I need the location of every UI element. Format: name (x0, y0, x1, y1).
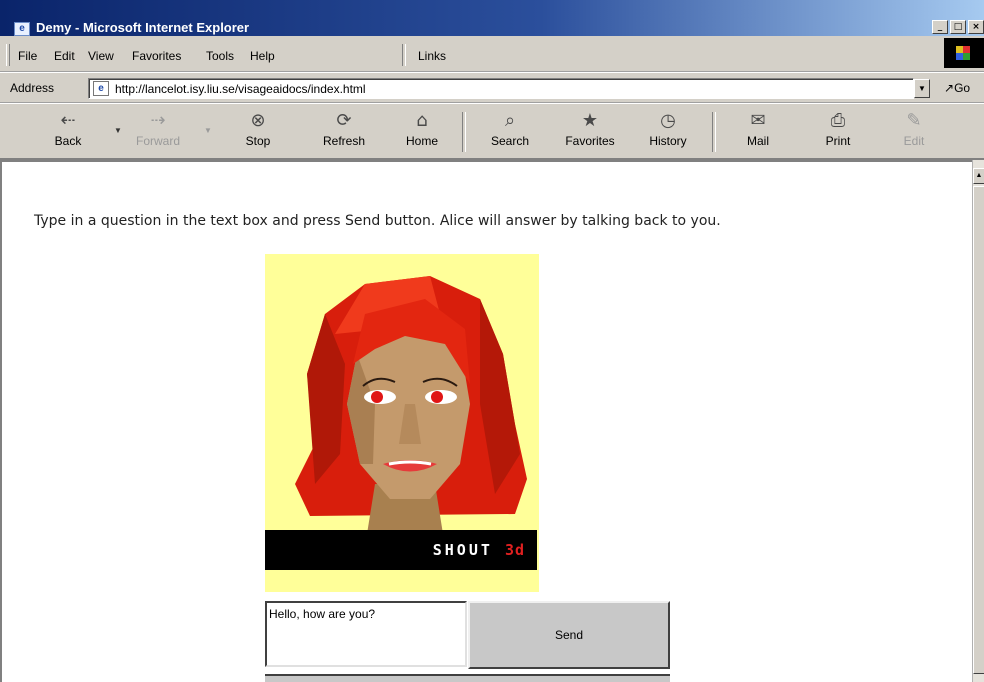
refresh-icon: ⟳ (336, 110, 352, 131)
toolbar-separator (462, 112, 466, 152)
menu-file[interactable]: File (18, 49, 37, 63)
stop-label: Stop (245, 134, 271, 148)
menu-view[interactable]: View (88, 49, 114, 63)
links-toolbar[interactable]: Links (418, 49, 446, 63)
history-icon: ◷ (660, 110, 676, 131)
mail-button[interactable]: ✉ Mail (728, 110, 788, 156)
question-input[interactable]: Hello, how are you? (265, 601, 467, 667)
menu-grip[interactable] (6, 44, 10, 66)
menu-favorites[interactable]: Favorites (132, 49, 181, 63)
edit-icon: ✎ (906, 110, 922, 131)
home-button[interactable]: ⌂ Home (392, 110, 452, 156)
forward-dropdown-icon[interactable]: ▼ (204, 126, 212, 135)
back-label: Back (54, 134, 82, 148)
standard-toolbar: ⇠ Back ▼ ⇢ Forward ▼ ⊗ Stop ⟳ Refresh ⌂ … (0, 104, 984, 160)
toolbar-separator (712, 112, 716, 152)
search-icon: ⌕ (504, 110, 516, 131)
go-button[interactable]: ↗Go (944, 81, 970, 95)
menu-tools[interactable]: Tools (206, 49, 234, 63)
go-arrow-icon: ↗ (944, 81, 955, 95)
forward-button[interactable]: ⇢ Forward (128, 110, 188, 156)
print-button[interactable]: ⎙ Print (808, 110, 868, 156)
forward-label: Forward (135, 134, 180, 148)
address-dropdown-button[interactable]: ▼ (914, 79, 930, 98)
menu-edit[interactable]: Edit (54, 49, 75, 63)
ie-icon: e (14, 22, 30, 36)
menu-separator (402, 44, 406, 66)
home-icon: ⌂ (416, 110, 428, 131)
edit-button[interactable]: ✎ Edit (884, 110, 944, 156)
favorites-icon: ★ (581, 110, 599, 131)
stop-icon: ⊗ (250, 110, 266, 131)
back-button[interactable]: ⇠ Back (38, 110, 98, 156)
refresh-label: Refresh (322, 134, 366, 148)
windows-logo-icon (956, 46, 970, 60)
search-label: Search (490, 134, 530, 148)
intro-text: Type in a question in the text box and p… (34, 213, 721, 229)
address-input[interactable]: e http://lancelot.isy.liu.se/visageaidoc… (88, 78, 914, 99)
favorites-label: Favorites (565, 134, 615, 148)
send-button[interactable]: Send (468, 601, 670, 669)
brand-strip: SHOUT 3d (265, 530, 537, 570)
right-iris (431, 391, 443, 403)
page-icon: e (93, 81, 109, 96)
brand-accent: 3d (504, 541, 525, 559)
home-label: Home (405, 134, 438, 148)
history-label: History (649, 134, 687, 148)
forward-arrow-icon: ⇢ (150, 110, 166, 131)
vertical-scrollbar[interactable]: ▲ (972, 160, 984, 682)
go-label: Go (954, 81, 971, 95)
history-button[interactable]: ◷ History (638, 110, 698, 156)
mail-icon: ✉ (750, 110, 766, 131)
menu-help[interactable]: Help (250, 49, 275, 63)
print-label: Print (825, 134, 851, 148)
window-title: Demy - Microsoft Internet Explorer (36, 20, 250, 35)
back-dropdown-icon[interactable]: ▼ (114, 126, 122, 135)
windows-logo-throbber (944, 38, 984, 68)
scrollbar-thumb[interactable] (973, 186, 984, 674)
brand-text: SHOUT (432, 541, 493, 559)
address-url[interactable]: http://lancelot.isy.liu.se/visageaidocs/… (115, 82, 366, 96)
window-title-bar[interactable]: e Demy - Microsoft Internet Explorer _ □… (0, 0, 984, 36)
print-icon: ⎙ (830, 110, 846, 131)
close-button[interactable]: × (968, 20, 984, 34)
menu-bar: File Edit View Favorites Tools Help Link… (0, 36, 984, 72)
address-label: Address (10, 81, 55, 95)
maximize-button[interactable]: □ (950, 20, 966, 34)
stop-button[interactable]: ⊗ Stop (228, 110, 288, 156)
refresh-button[interactable]: ⟳ Refresh (314, 110, 374, 156)
favorites-button[interactable]: ★ Favorites (560, 110, 620, 156)
response-area (265, 674, 670, 682)
search-button[interactable]: ⌕ Search (480, 110, 540, 156)
minimize-button[interactable]: _ (932, 20, 948, 34)
back-arrow-icon: ⇠ (60, 110, 76, 131)
brand-logo: SHOUT 3d (433, 541, 525, 559)
window-controls: _ □ × (932, 20, 984, 34)
scroll-up-icon[interactable]: ▲ (973, 168, 984, 184)
address-bar: Address e http://lancelot.isy.liu.se/vis… (0, 73, 984, 103)
edit-label: Edit (903, 134, 925, 148)
mail-label: Mail (746, 134, 769, 148)
left-iris (371, 391, 383, 403)
